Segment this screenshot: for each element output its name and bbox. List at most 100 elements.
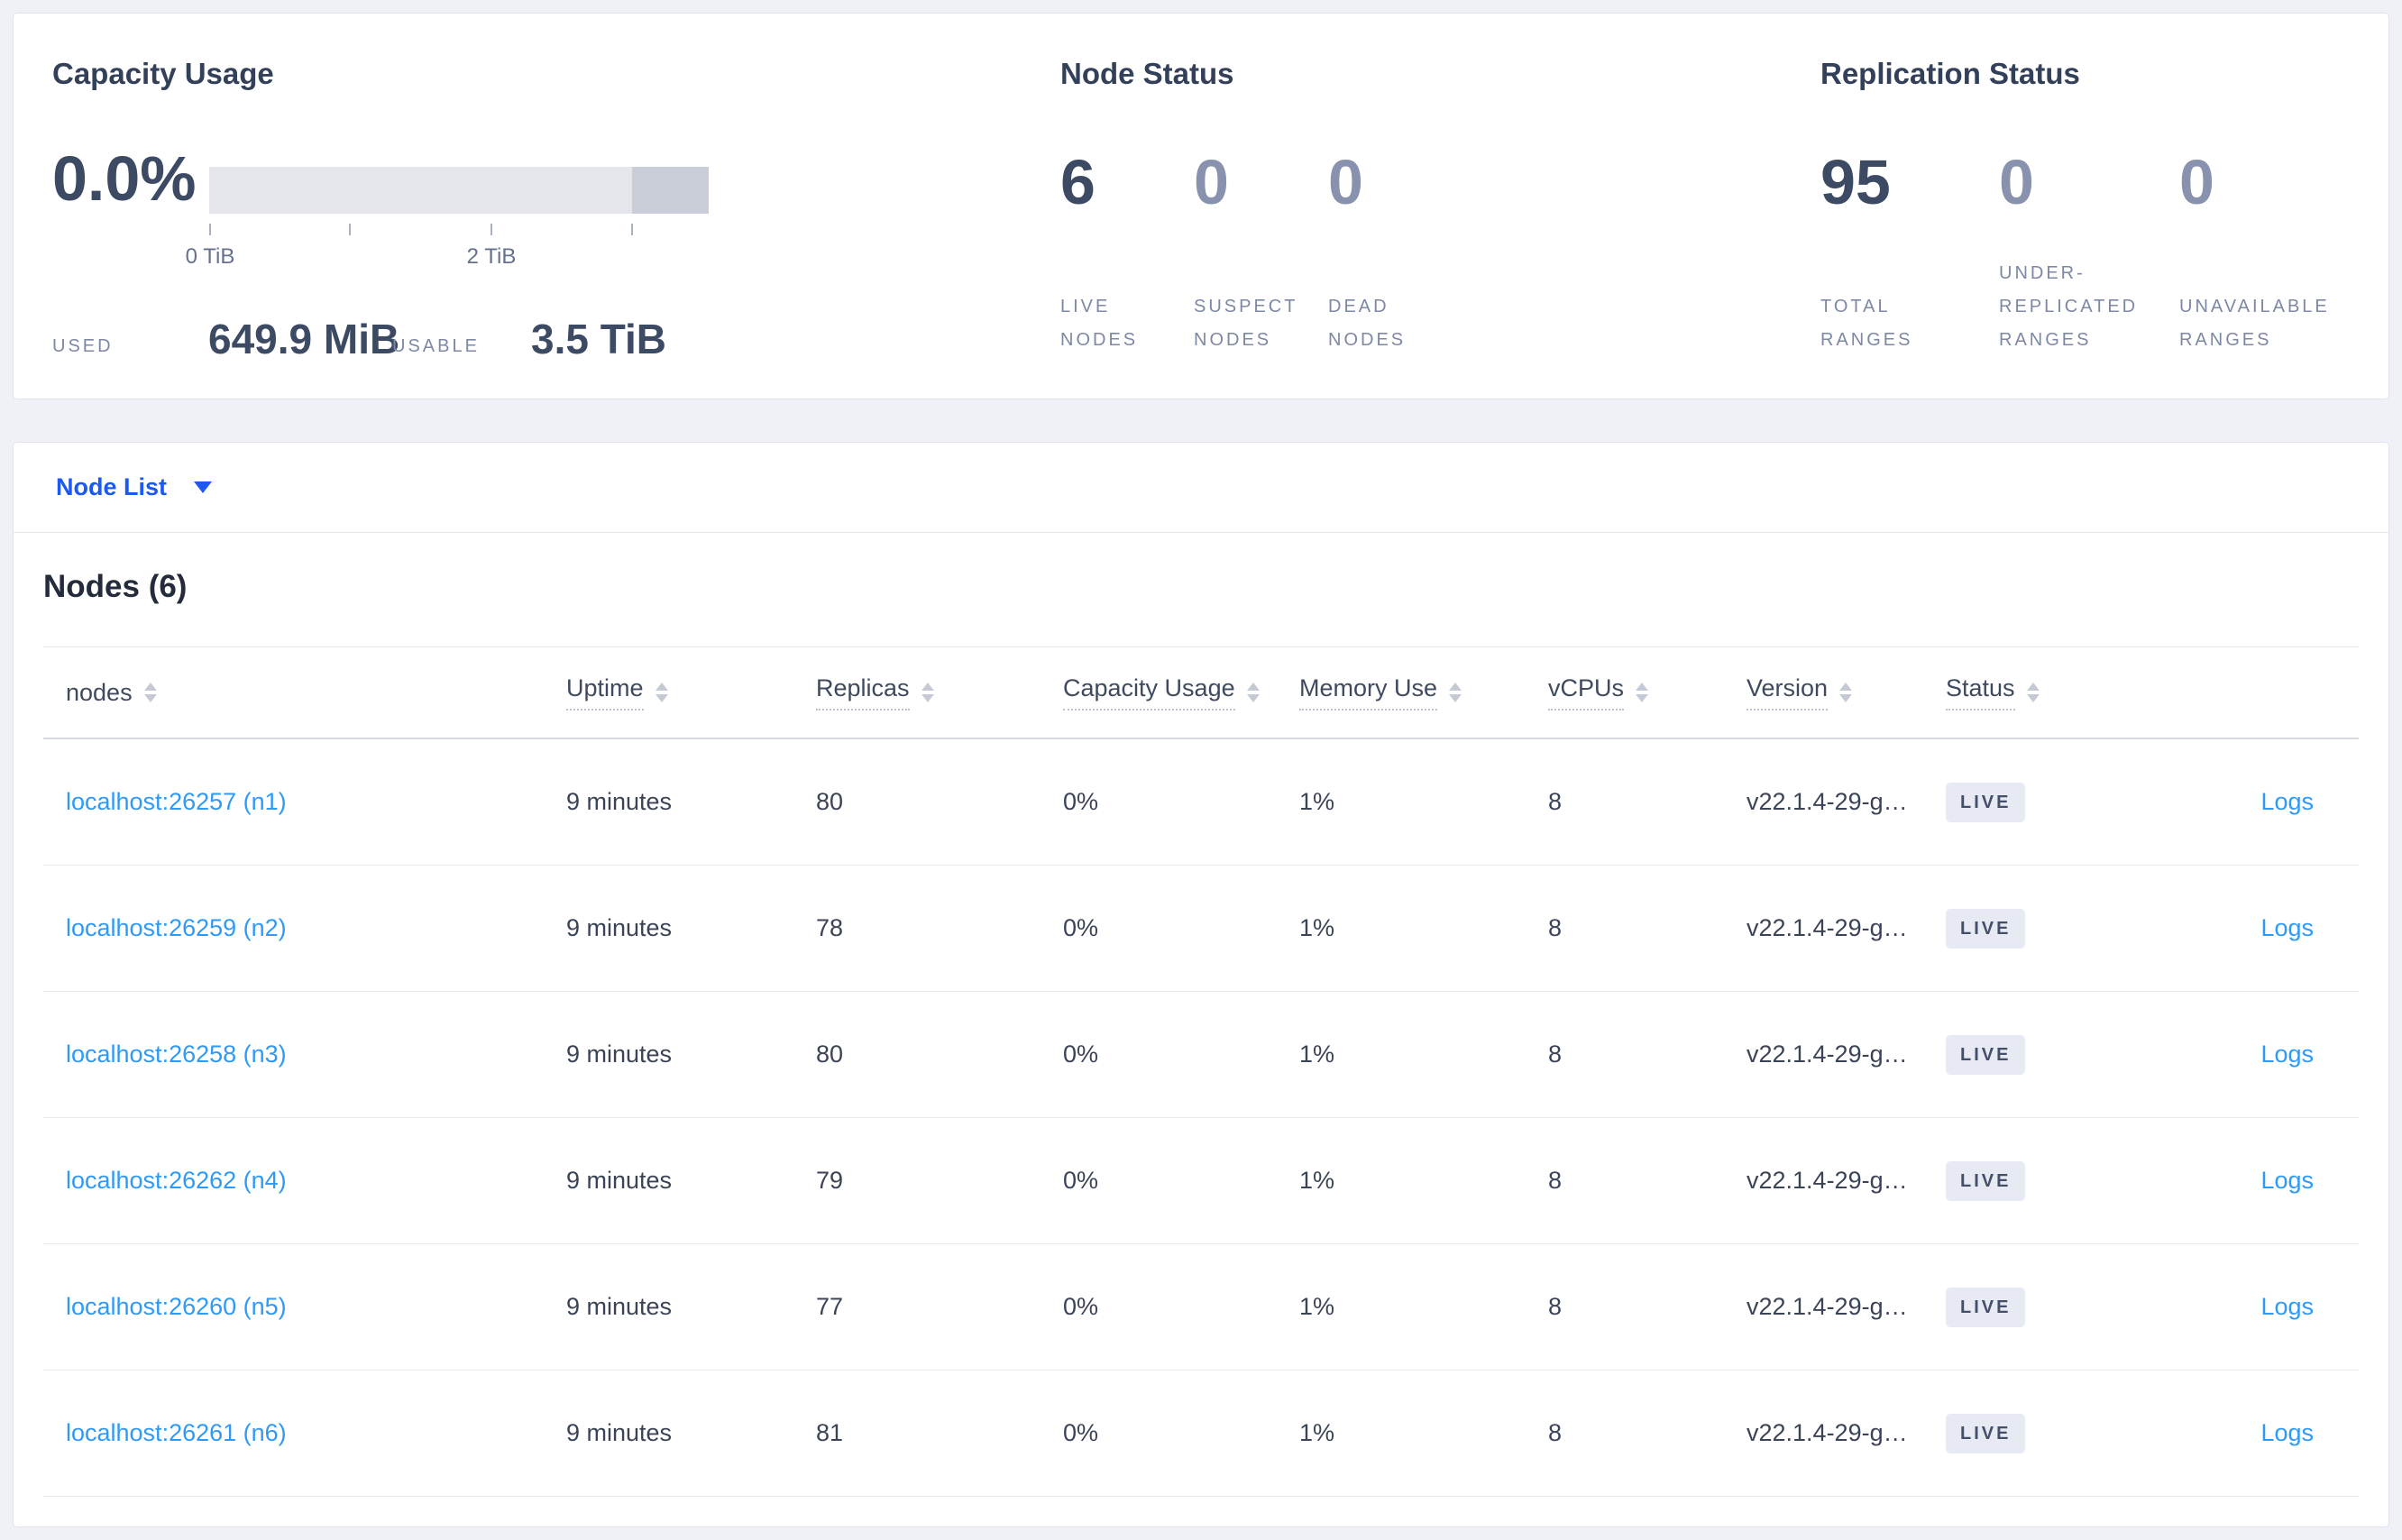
- status-badge: LIVE: [1946, 1160, 2026, 1201]
- sort-arrows-icon[interactable]: [655, 683, 668, 702]
- logs-link[interactable]: Logs: [2260, 914, 2314, 941]
- column-header-label[interactable]: Capacity Usage: [1063, 674, 1235, 710]
- cell-memory: 1%: [1299, 788, 1335, 815]
- axis-tick: [349, 224, 351, 235]
- cell-uptime: 9 minutes: [566, 788, 673, 815]
- used-label: USED: [52, 336, 114, 356]
- cell-capacity: 0%: [1063, 1040, 1099, 1068]
- column-header-capacity-usage[interactable]: Capacity Usage: [1063, 674, 1299, 710]
- cell-capacity: 0%: [1063, 1167, 1099, 1194]
- summary-card: Capacity Usage 0.0% 0 TiB 2 TiB USED 649…: [13, 13, 2389, 399]
- cell-uptime: 9 minutes: [566, 1293, 673, 1320]
- stat-value: 6: [1060, 147, 1096, 217]
- stat-label-line: NODES: [1194, 330, 1272, 350]
- sort-arrows-icon[interactable]: [1449, 683, 1462, 702]
- usable-label: USABLE: [392, 336, 480, 356]
- table-row: localhost:26262 (n4) 9 minutes 79 0% 1% 8 v22.…: [43, 1118, 2359, 1244]
- cell-capacity: 0%: [1063, 1293, 1099, 1320]
- table-row: localhost:26261 (n6) 9 minutes 81 0% 1% 8 v22.…: [43, 1370, 2359, 1497]
- node-status-title: Node Status: [1060, 57, 1234, 90]
- column-header-label[interactable]: Uptime: [566, 674, 644, 710]
- column-header-label[interactable]: Version: [1746, 674, 1829, 710]
- column-header-memory-use[interactable]: Memory Use: [1299, 674, 1548, 710]
- nodes-heading: Nodes (6): [43, 533, 2359, 647]
- sort-arrows-icon[interactable]: [1246, 683, 1260, 702]
- stat-label: UNAVAILABLE RANGES: [2179, 257, 2378, 357]
- replication-status-title: Replication Status: [1820, 57, 2080, 90]
- usable-value: 3.5 TiB: [531, 316, 666, 362]
- stat-label-line: UNAVAILABLE: [2179, 297, 2330, 316]
- stat-value: 0: [1328, 147, 1363, 217]
- column-header-vcpus[interactable]: vCPUs: [1548, 674, 1746, 710]
- node-link[interactable]: localhost:26258 (n3): [66, 1040, 287, 1068]
- column-header-nodes[interactable]: nodes: [66, 679, 566, 707]
- column-header-label[interactable]: vCPUs: [1548, 674, 1625, 710]
- column-header-replicas[interactable]: Replicas: [816, 674, 1063, 710]
- node-link[interactable]: localhost:26257 (n1): [66, 788, 287, 815]
- stat-label: TOTAL RANGES: [1820, 257, 1999, 357]
- stat-label-line: RANGES: [1820, 330, 1913, 350]
- logs-link[interactable]: Logs: [2260, 1419, 2314, 1446]
- cell-version: v22.1.4-29-g…: [1746, 788, 1908, 815]
- node-list-card: Node List Nodes (6) nodes Uptime Replicas C…: [13, 442, 2389, 1527]
- logs-link[interactable]: Logs: [2260, 788, 2314, 815]
- table-row: localhost:26257 (n1) 9 minutes 80 0% 1% 8 v22.…: [43, 739, 2359, 866]
- sort-arrows-icon[interactable]: [1636, 683, 1649, 702]
- cell-replicas: 77: [816, 1293, 844, 1320]
- cell-uptime: 9 minutes: [566, 914, 673, 941]
- column-header-version[interactable]: Version: [1746, 674, 1946, 710]
- stat-label-line: LIVE: [1060, 297, 1111, 316]
- cell-replicas: 80: [816, 1040, 844, 1068]
- cell-vcpus: 8: [1548, 1040, 1563, 1068]
- column-header-label[interactable]: nodes: [66, 679, 133, 707]
- column-header-uptime[interactable]: Uptime: [566, 674, 816, 710]
- stat-label-line: RANGES: [1999, 330, 2092, 350]
- status-badge: LIVE: [1946, 1287, 2026, 1327]
- cell-vcpus: 8: [1548, 1167, 1563, 1194]
- stat-label: UNDER- REPLICATED RANGES: [1999, 257, 2179, 357]
- table-row: localhost:26260 (n5) 9 minutes 77 0% 1% 8 v22.…: [43, 1244, 2359, 1370]
- axis-tick-label: 2 TiB: [466, 244, 517, 269]
- column-header-label[interactable]: Replicas: [816, 674, 910, 710]
- node-status-panel: Node Status 600 LIVE NODES SUSPECT NODES DEA…: [1060, 14, 1818, 400]
- caret-down-icon: [194, 481, 213, 493]
- cell-memory: 1%: [1299, 914, 1335, 941]
- cell-vcpus: 8: [1548, 1419, 1563, 1446]
- cell-vcpus: 8: [1548, 788, 1563, 815]
- logs-link[interactable]: Logs: [2260, 1167, 2314, 1194]
- sort-arrows-icon[interactable]: [1839, 683, 1853, 702]
- node-link[interactable]: localhost:26261 (n6): [66, 1419, 287, 1446]
- cell-replicas: 78: [816, 914, 844, 941]
- status-badge: LIVE: [1946, 1413, 2026, 1453]
- cell-replicas: 81: [816, 1419, 844, 1446]
- cell-version: v22.1.4-29-g…: [1746, 1167, 1908, 1194]
- cell-capacity: 0%: [1063, 788, 1099, 815]
- stat-label-line: NODES: [1328, 330, 1407, 350]
- cell-capacity: 0%: [1063, 914, 1099, 941]
- node-list-dropdown-label[interactable]: Node List: [56, 473, 167, 501]
- axis-tick: [631, 224, 633, 235]
- column-header-status[interactable]: Status: [1946, 674, 2165, 710]
- cell-version: v22.1.4-29-g…: [1746, 914, 1908, 941]
- cell-version: v22.1.4-29-g…: [1746, 1293, 1908, 1320]
- node-link[interactable]: localhost:26262 (n4): [66, 1167, 287, 1194]
- stat-value: 95: [1820, 147, 1891, 217]
- axis-tick: [209, 224, 211, 235]
- stat-value: 0: [1194, 147, 1229, 217]
- stat-label-line: TOTAL: [1820, 297, 1891, 316]
- axis-tick: [490, 224, 492, 235]
- node-link[interactable]: localhost:26260 (n5): [66, 1293, 287, 1320]
- sort-arrows-icon[interactable]: [921, 683, 934, 702]
- logs-link[interactable]: Logs: [2260, 1040, 2314, 1068]
- capacity-bar-segment: [632, 167, 709, 214]
- cell-replicas: 80: [816, 788, 844, 815]
- cell-uptime: 9 minutes: [566, 1167, 673, 1194]
- stat-value: 0: [2179, 147, 2214, 217]
- column-header-label[interactable]: Status: [1946, 674, 2015, 710]
- column-header-label[interactable]: Memory Use: [1299, 674, 1438, 710]
- node-list-dropdown[interactable]: Node List: [14, 443, 2388, 533]
- sort-arrows-icon[interactable]: [143, 683, 157, 702]
- logs-link[interactable]: Logs: [2260, 1293, 2314, 1320]
- node-link[interactable]: localhost:26259 (n2): [66, 914, 287, 941]
- sort-arrows-icon[interactable]: [2026, 683, 2040, 702]
